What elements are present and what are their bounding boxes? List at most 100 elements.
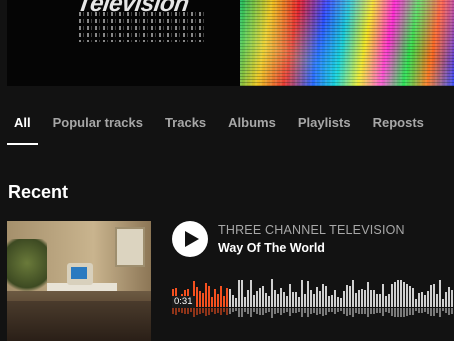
track-title[interactable]: Way Of The World	[218, 241, 325, 255]
waveform-bar	[235, 298, 237, 307]
waveform-bar	[427, 291, 429, 307]
waveform-bar-reflection	[244, 308, 246, 312]
waveform-bar	[403, 282, 405, 307]
tab-reposts[interactable]: Reposts	[373, 114, 424, 146]
waveform-bar-reflection	[370, 308, 372, 314]
waveform-bar-reflection	[430, 308, 432, 316]
waveform-bar-reflection	[253, 308, 255, 312]
waveform-bar	[271, 279, 273, 307]
artwork-window	[115, 227, 145, 267]
waveform-bar-reflection	[301, 308, 303, 317]
waveform-bar-reflection	[181, 308, 183, 313]
waveform-bar	[349, 286, 351, 307]
waveform-bar-reflection	[328, 308, 330, 312]
waveform-bar	[436, 294, 438, 307]
waveform-bar-reflection	[319, 308, 321, 314]
waveform-bar	[265, 293, 267, 307]
tab-popular-tracks[interactable]: Popular tracks	[53, 114, 143, 146]
waveform-bar-reflection	[385, 308, 387, 312]
waveform-bar	[412, 288, 414, 307]
waveform-bar	[376, 294, 378, 307]
waveform-bar-reflection	[367, 308, 369, 317]
tab-all[interactable]: All	[7, 114, 38, 146]
waveform-bar-reflection	[208, 308, 210, 315]
waveform-bar	[220, 286, 222, 307]
waveform-bar-reflection	[199, 308, 201, 314]
waveform-bar-reflection	[343, 308, 345, 314]
waveform-bar	[199, 291, 201, 307]
waveform-bar-reflection	[394, 308, 396, 317]
waveform-bar-reflection	[373, 308, 375, 314]
waveform-bar-reflection	[184, 308, 186, 314]
waveform-bar	[298, 297, 300, 307]
waveform-bar-reflection	[235, 308, 237, 311]
artwork-floor	[7, 301, 151, 341]
waveform-bar	[226, 288, 228, 307]
waveform-bar	[310, 290, 312, 307]
waveform-bar	[259, 288, 261, 307]
waveform-bar-reflection	[427, 308, 429, 314]
profile-banner: Television	[0, 0, 454, 88]
waveform-bar-reflection	[175, 308, 177, 315]
play-icon	[184, 231, 199, 247]
waveform-bar-reflection	[217, 308, 219, 313]
waveform-bar-reflection	[403, 308, 405, 317]
waveform-bar	[247, 290, 249, 307]
waveform-bar	[322, 284, 324, 307]
waveform-bar-reflection	[265, 308, 267, 313]
waveform-bar	[280, 288, 282, 307]
waveform-bar	[424, 295, 426, 307]
waveform-bar-reflection	[202, 308, 204, 313]
waveform-bar	[304, 294, 306, 307]
waveform-bar-reflection	[262, 308, 264, 315]
waveform-bar-reflection	[193, 308, 195, 317]
tab-playlists[interactable]: Playlists	[298, 114, 351, 146]
artwork-plant	[7, 239, 47, 299]
waveform-bar-reflection	[289, 308, 291, 316]
waveform-bar	[418, 293, 420, 307]
waveform-bar-reflection	[274, 308, 276, 314]
waveform-bar	[253, 295, 255, 307]
waveform-bar	[346, 285, 348, 307]
artwork-tv	[67, 263, 93, 285]
waveform-bar-reflection	[442, 308, 444, 311]
waveform-bar	[388, 294, 390, 307]
waveform-bar	[250, 280, 252, 307]
waveform-bar	[382, 284, 384, 307]
waveform-bar-reflection	[229, 308, 231, 314]
waveform-bar-reflection	[211, 308, 213, 312]
waveform-bar-reflection	[190, 308, 192, 312]
waveform-bar	[244, 297, 246, 307]
waveform-bar-reflection	[280, 308, 282, 315]
waveform-bar	[394, 282, 396, 307]
waveform-bar-reflection	[226, 308, 228, 315]
waveform-bar	[232, 295, 234, 307]
waveform-bar-reflection	[223, 308, 225, 312]
track-artist[interactable]: THREE CHANNEL TELEVISION	[218, 223, 405, 237]
waveform-bar-reflection	[397, 308, 399, 317]
track-artwork[interactable]	[7, 221, 151, 341]
play-button[interactable]	[172, 221, 208, 257]
tab-albums[interactable]: Albums	[228, 114, 276, 146]
waveform-bar	[319, 291, 321, 307]
waveform-bar	[196, 287, 198, 307]
waveform-bar	[256, 291, 258, 307]
waveform-bar-reflection	[310, 308, 312, 314]
waveform-bar	[283, 292, 285, 307]
waveform-bar	[406, 284, 408, 307]
waveform[interactable]	[172, 275, 454, 321]
waveform-bar	[334, 290, 336, 307]
waveform-bar-reflection	[298, 308, 300, 312]
waveform-bar-reflection	[271, 308, 273, 318]
waveform-bar	[208, 286, 210, 307]
waveform-bar-reflection	[412, 308, 414, 315]
waveform-bar	[421, 292, 423, 307]
waveform-bar-reflection	[307, 308, 309, 317]
waveform-bar	[451, 290, 453, 307]
waveform-bar	[316, 287, 318, 307]
banner-logo-panel: Television	[7, 0, 240, 86]
waveform-bar	[391, 284, 393, 307]
tab-tracks[interactable]: Tracks	[165, 114, 206, 146]
waveform-bar-reflection	[331, 308, 333, 312]
waveform-bar	[337, 297, 339, 307]
